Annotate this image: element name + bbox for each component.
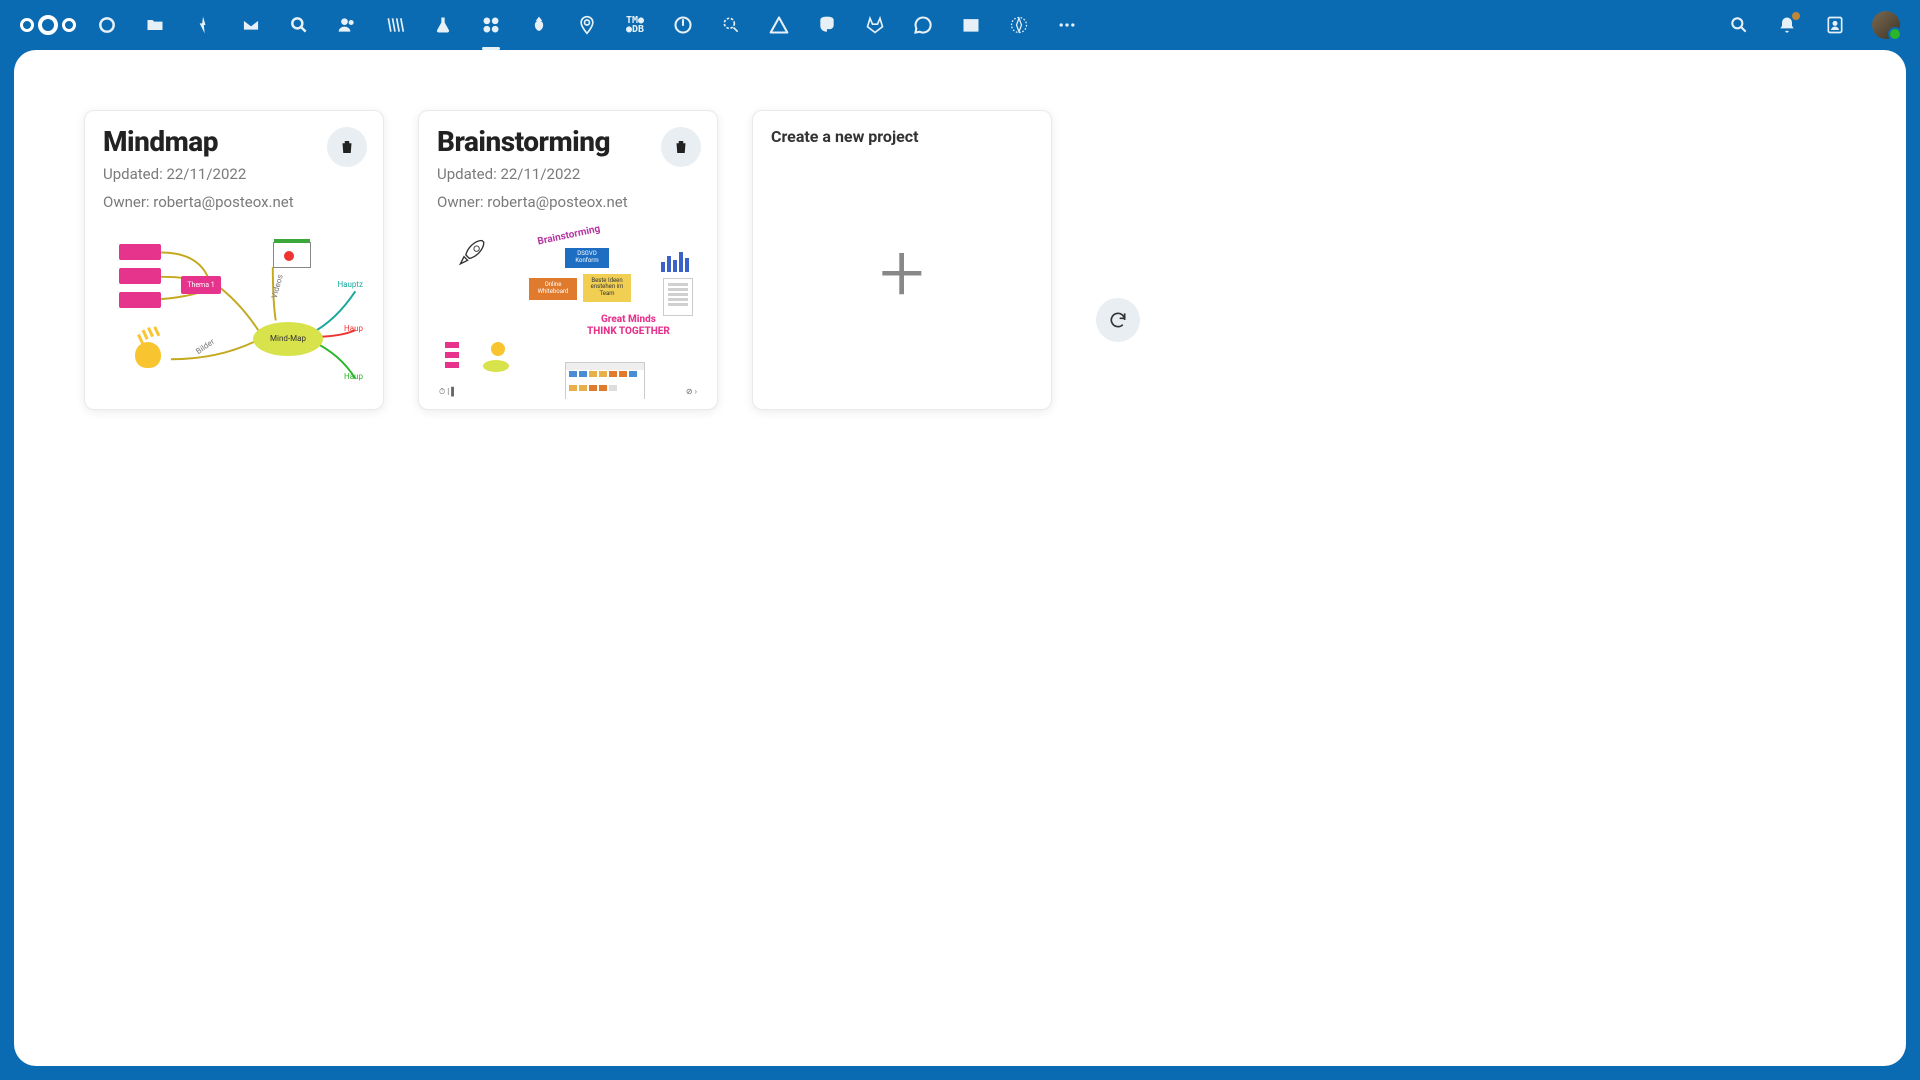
dashboard-icon[interactable] <box>96 14 118 36</box>
mail-icon[interactable] <box>240 14 262 36</box>
search-app-icon[interactable] <box>288 14 310 36</box>
project-title: Mindmap <box>103 125 365 158</box>
user-avatar[interactable] <box>1872 11 1900 39</box>
whiteboard-app-icon[interactable] <box>480 14 502 36</box>
search-icon[interactable] <box>1728 14 1750 36</box>
scratch-icon[interactable] <box>384 14 406 36</box>
main-content-area: Mindmap Updated: 22/11/2022 Owner: rober… <box>14 50 1906 1066</box>
top-navigation-bar: TM●●DB <box>0 0 1920 50</box>
create-project-card[interactable]: Create a new project + <box>752 110 1052 410</box>
mastodon-icon[interactable] <box>816 14 838 36</box>
compass-icon[interactable] <box>1008 14 1030 36</box>
power-icon[interactable] <box>672 14 694 36</box>
project-card-grid: Mindmap Updated: 22/11/2022 Owner: rober… <box>84 110 1836 410</box>
project-card-brainstorming[interactable]: Brainstorming Updated: 22/11/2022 Owner:… <box>418 110 718 410</box>
delete-project-button[interactable] <box>661 127 701 167</box>
mindmap-center-label: Mind-Map <box>253 322 323 356</box>
project-title: Brainstorming <box>437 125 699 158</box>
project-updated: Updated: 22/11/2022 <box>103 164 365 186</box>
chemistry-icon[interactable] <box>432 14 454 36</box>
gitlab-icon[interactable] <box>864 14 886 36</box>
tmdb-icon[interactable]: TM●●DB <box>624 14 646 36</box>
project-updated: Updated: 22/11/2022 <box>437 164 699 186</box>
contacts-icon[interactable] <box>1824 14 1846 36</box>
more-apps-icon[interactable] <box>1056 14 1078 36</box>
warning-icon[interactable] <box>768 14 790 36</box>
chat-icon[interactable] <box>912 14 934 36</box>
project-card-mindmap[interactable]: Mindmap Updated: 22/11/2022 Owner: rober… <box>84 110 384 410</box>
mindmap-theme-label: Thema 1 <box>181 276 221 294</box>
trash-icon <box>672 138 690 156</box>
activity-icon[interactable] <box>192 14 214 36</box>
refresh-icon <box>1108 310 1128 330</box>
app-navigation: TM●●DB <box>96 14 1728 36</box>
inspect-icon[interactable] <box>720 14 742 36</box>
project-thumbnail: Brainstorming DSGVO Konform Online White… <box>437 222 699 400</box>
archive-icon[interactable] <box>960 14 982 36</box>
notifications-icon[interactable] <box>1776 14 1798 36</box>
nextcloud-logo[interactable] <box>20 15 76 35</box>
maps-icon[interactable] <box>576 14 598 36</box>
files-icon[interactable] <box>144 14 166 36</box>
trash-icon <box>338 138 356 156</box>
contacts-group-icon[interactable] <box>336 14 358 36</box>
project-owner: Owner: roberta@posteox.net <box>103 192 365 214</box>
plus-icon: + <box>879 233 924 313</box>
refresh-button[interactable] <box>1096 298 1140 342</box>
project-thumbnail: Thema 1 Mind-Map Videos Bilder Hauptz Ha… <box>103 222 365 400</box>
project-owner: Owner: roberta@posteox.net <box>437 192 699 214</box>
header-right-controls <box>1728 11 1900 39</box>
delete-project-button[interactable] <box>327 127 367 167</box>
finance-icon[interactable] <box>528 14 550 36</box>
create-project-label: Create a new project <box>771 127 1033 146</box>
